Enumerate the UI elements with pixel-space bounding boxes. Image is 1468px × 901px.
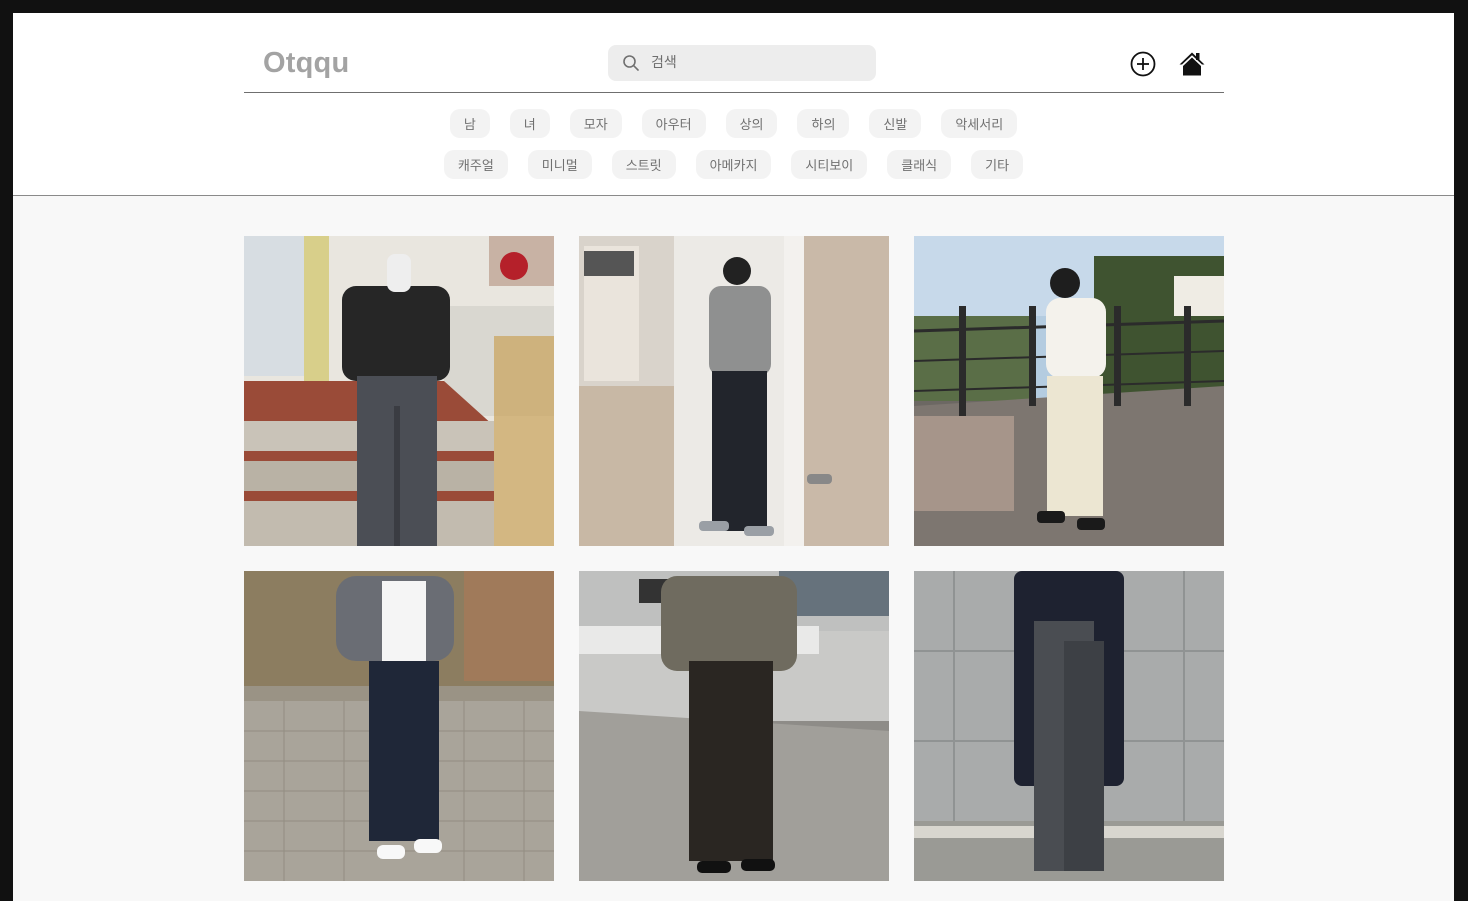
category-chip-accessory[interactable]: 악세서리	[941, 109, 1018, 138]
category-chip-female[interactable]: 녀	[509, 109, 550, 138]
category-chip-top[interactable]: 상의	[725, 109, 778, 138]
category-chip-bottom[interactable]: 하의	[797, 109, 850, 138]
header-divider	[244, 92, 1224, 93]
outfit-card[interactable]	[244, 236, 554, 546]
outfit-card[interactable]	[244, 571, 554, 881]
header: Otqqu 남 녀 모자	[13, 13, 1454, 196]
home-icon	[1179, 52, 1205, 76]
outfit-photo	[914, 236, 1224, 546]
search-icon	[623, 55, 639, 71]
outfit-card[interactable]	[579, 571, 889, 881]
category-chip-minimal[interactable]: 미니멀	[527, 150, 592, 179]
category-chip-amekaji[interactable]: 아메카지	[695, 150, 772, 179]
outfit-photo	[244, 236, 554, 546]
search-input[interactable]	[651, 51, 861, 75]
outfit-card[interactable]	[579, 236, 889, 546]
outfit-photo	[914, 571, 1224, 881]
plus-circle-icon	[1130, 51, 1156, 77]
home-button[interactable]	[1177, 49, 1207, 79]
category-chip-cityboy[interactable]: 시티보이	[791, 150, 868, 179]
category-row-style: 캐주얼 미니멀 스트릿 아메카지 시티보이 클래식 기타	[13, 150, 1454, 179]
category-chip-casual[interactable]: 캐주얼	[443, 150, 508, 179]
search-bar[interactable]	[608, 45, 876, 81]
add-post-button[interactable]	[1128, 49, 1158, 79]
category-chip-outer[interactable]: 아우터	[641, 109, 706, 138]
category-chip-classic[interactable]: 클래식	[887, 150, 952, 179]
app-window: Otqqu 남 녀 모자	[13, 13, 1454, 901]
outfit-card[interactable]	[914, 236, 1224, 546]
category-row-primary: 남 녀 모자 아우터 상의 하의 신발 악세서리	[13, 109, 1454, 138]
outfit-grid	[244, 236, 1224, 881]
category-chip-shoes[interactable]: 신발	[869, 109, 922, 138]
outfit-photo	[579, 571, 889, 881]
category-chip-etc[interactable]: 기타	[971, 150, 1024, 179]
outfit-photo	[579, 236, 889, 546]
logo[interactable]: Otqqu	[263, 47, 349, 80]
category-chip-street[interactable]: 스트릿	[611, 150, 676, 179]
outfit-card[interactable]	[914, 571, 1224, 881]
outfit-photo	[244, 571, 554, 881]
category-chip-male[interactable]: 남	[449, 109, 490, 138]
category-chip-hat[interactable]: 모자	[569, 109, 622, 138]
